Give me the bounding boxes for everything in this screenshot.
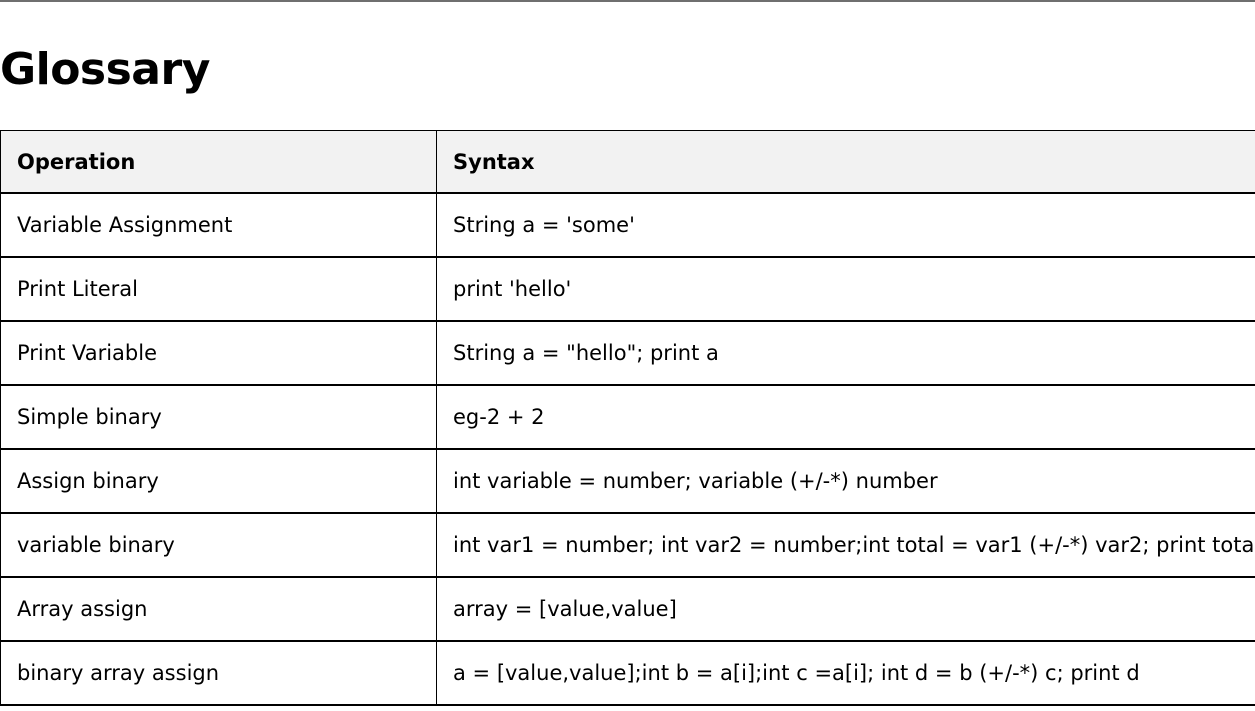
table-row: binary array assign a = [value,value];in… bbox=[0, 640, 1255, 706]
operation-cell: Print Variable bbox=[0, 320, 437, 386]
syntax-cell: print 'hello' bbox=[436, 256, 1255, 322]
glossary-table: Operation Syntax Variable Assignment Str… bbox=[0, 130, 1255, 706]
column-header-syntax: Syntax bbox=[436, 130, 1255, 194]
operation-cell: Variable Assignment bbox=[0, 192, 437, 258]
table-row: Print Variable String a = "hello"; print… bbox=[0, 320, 1255, 386]
syntax-cell: a = [value,value];int b = a[i];int c =a[… bbox=[436, 640, 1255, 706]
table-row: Variable Assignment String a = 'some' bbox=[0, 192, 1255, 258]
operation-cell: Assign binary bbox=[0, 448, 437, 514]
table-row: Assign binary int variable = number; var… bbox=[0, 448, 1255, 514]
syntax-cell: String a = 'some' bbox=[436, 192, 1255, 258]
syntax-cell: int variable = number; variable (+/-*) n… bbox=[436, 448, 1255, 514]
syntax-cell: String a = "hello"; print a bbox=[436, 320, 1255, 386]
syntax-cell: array = [value,value] bbox=[436, 576, 1255, 642]
table-row: Simple binary eg-2 + 2 bbox=[0, 384, 1255, 450]
table-row: Print Literal print 'hello' bbox=[0, 256, 1255, 322]
operation-cell: Array assign bbox=[0, 576, 437, 642]
operation-cell: Print Literal bbox=[0, 256, 437, 322]
operation-cell: variable binary bbox=[0, 512, 437, 578]
table-row: variable binary int var1 = number; int v… bbox=[0, 512, 1255, 578]
table-header-row: Operation Syntax bbox=[0, 130, 1255, 194]
top-divider bbox=[0, 0, 1255, 2]
syntax-cell: int var1 = number; int var2 = number;int… bbox=[436, 512, 1255, 578]
syntax-cell: eg-2 + 2 bbox=[436, 384, 1255, 450]
table-row: Array assign array = [value,value] bbox=[0, 576, 1255, 642]
operation-cell: Simple binary bbox=[0, 384, 437, 450]
column-header-operation: Operation bbox=[0, 130, 437, 194]
page-title: Glossary bbox=[0, 44, 210, 95]
operation-cell: binary array assign bbox=[0, 640, 437, 706]
